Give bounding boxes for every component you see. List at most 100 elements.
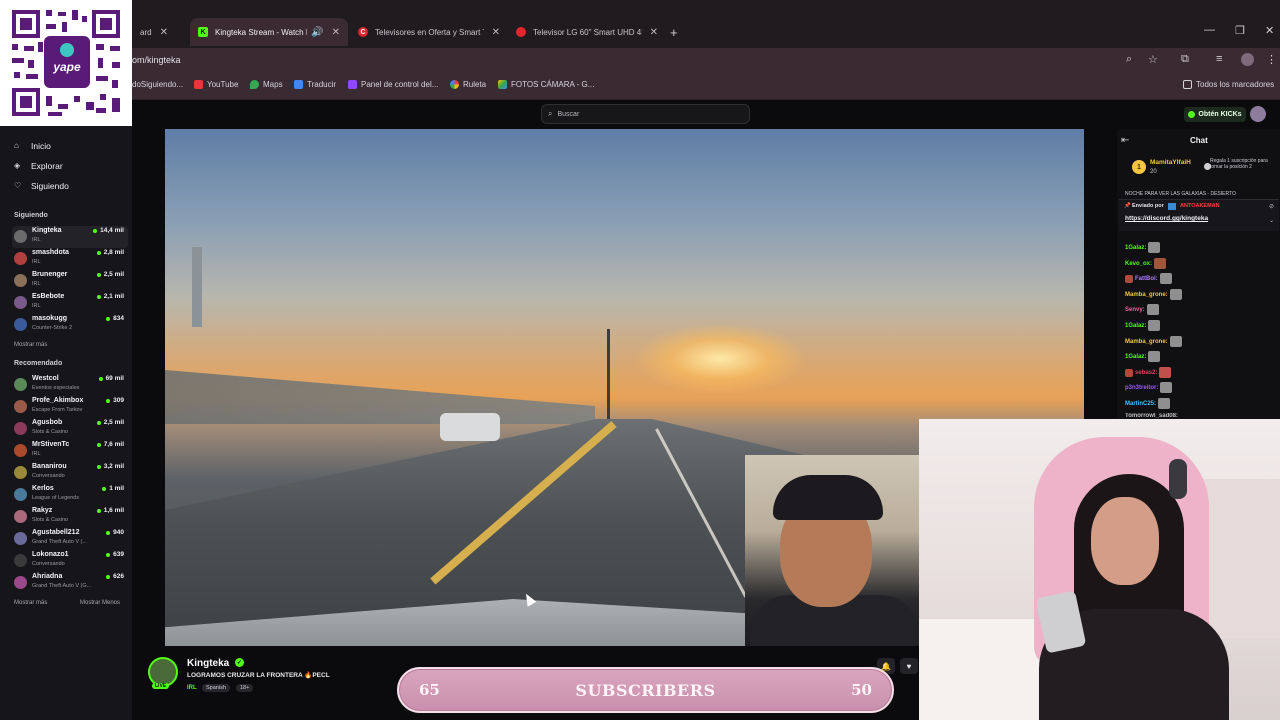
- avatar: [14, 554, 27, 567]
- all-bookmarks[interactable]: Todos los marcadores: [1183, 80, 1274, 89]
- minimize-icon[interactable]: —: [1204, 24, 1215, 36]
- close-tab-icon[interactable]: ✕: [650, 27, 658, 38]
- street-lamp: [607, 329, 610, 434]
- folder-icon: [1183, 80, 1192, 89]
- url-field[interactable]: om/kingteka: [132, 55, 181, 65]
- channel-item-rakyz[interactable]: Rakyz Slots & Casino 1,6 mil: [12, 506, 128, 528]
- heart-icon: ♡: [14, 181, 22, 190]
- show-more-recommended[interactable]: Mostrar más: [14, 600, 47, 606]
- channel-item-mrstiventc[interactable]: MrStivenTc IRL 7,6 mil: [12, 440, 128, 462]
- channel-item-brunenger[interactable]: Brunenger IRL 2,5 mil: [12, 270, 128, 292]
- extensions-icon[interactable]: ⧉: [1181, 53, 1189, 66]
- translate-icon: [294, 80, 303, 89]
- pinned-message[interactable]: 📌 Enviado por ANTOAKEMAN https://discord…: [1119, 199, 1279, 231]
- new-tab-button[interactable]: +: [670, 25, 678, 40]
- subs-label: SUBSCRIBERS: [575, 680, 716, 700]
- emote-icon: [1148, 351, 1161, 362]
- show-less-recommended[interactable]: Mostrar Menos: [80, 600, 120, 606]
- badge-icon: [1125, 368, 1133, 377]
- nav-explorar[interactable]: ◈ Explorar: [14, 161, 63, 171]
- kicks-coin-icon: [1188, 111, 1196, 118]
- channel-item-agusbob[interactable]: Agusbob Slots & Casino 2,5 mil: [12, 418, 128, 440]
- yape-qr-code: yape: [0, 0, 132, 126]
- emote-icon: [1148, 242, 1161, 253]
- drive-icon: [498, 80, 507, 89]
- chat-message: sebas2:: [1125, 367, 1172, 378]
- sender-badge-icon: [1168, 203, 1176, 210]
- tab-title: Televisor LG 60" Smart UHD 4K: [533, 27, 642, 37]
- unpin-icon[interactable]: ⊘: [1269, 203, 1274, 210]
- bookmark-translate[interactable]: Traducir: [294, 80, 336, 89]
- channel-item-kerlos[interactable]: Kerlos League of Legends 1 mil: [12, 484, 128, 506]
- verified-check-icon: ✓: [235, 658, 244, 667]
- avatar: [14, 488, 27, 501]
- pin-icon: 📌: [1124, 203, 1131, 209]
- stream-category[interactable]: IRL: [187, 685, 197, 691]
- bookmark-ruleta[interactable]: Ruleta: [450, 80, 486, 89]
- streamer-name[interactable]: Kingteka: [187, 658, 229, 669]
- chat-message: 1Galaz:: [1125, 320, 1161, 331]
- emote-icon: [1148, 320, 1161, 331]
- channel-item-smashdota[interactable]: smashdota IRL 2,8 mil: [12, 248, 128, 270]
- nav-siguiendo[interactable]: ♡ Siguiendo: [14, 181, 69, 191]
- follow-heart-icon[interactable]: ♥: [900, 658, 918, 674]
- user-avatar[interactable]: [1250, 106, 1266, 122]
- channel-item-bananirou[interactable]: Bananirou Conversando 3,2 mil: [12, 462, 128, 484]
- media-controls-icon[interactable]: ≡: [1216, 53, 1222, 65]
- browser-tab-active[interactable]: K Kingteka Stream - Watch Li 🔊 ✕: [190, 18, 348, 46]
- avatar: [14, 318, 27, 331]
- close-tab-icon[interactable]: ✕: [160, 27, 168, 38]
- channel-item-westcol[interactable]: Westcol Eventos especiales 69 mil: [12, 374, 128, 396]
- tag-age[interactable]: 18+: [236, 684, 254, 692]
- nav-inicio[interactable]: ⌂ Inicio: [14, 141, 51, 151]
- browser-tab[interactable]: ard ✕: [132, 18, 188, 46]
- browser-tab[interactable]: Televisor LG 60" Smart UHD 4K ✕: [508, 18, 666, 46]
- webcam-face: [1091, 497, 1159, 585]
- avatar: [14, 274, 27, 287]
- chat-message: 1Galaz:: [1125, 242, 1161, 253]
- streamer-facecam: [745, 455, 921, 646]
- close-tab-icon[interactable]: ✕: [492, 27, 500, 38]
- chat-message: FattBoi:: [1125, 273, 1172, 284]
- chat-message: 1Galaz:: [1125, 351, 1161, 362]
- close-tab-icon[interactable]: ✕: [332, 27, 340, 38]
- chat-title: Chat: [1190, 136, 1208, 145]
- channel-item-lokonazo1[interactable]: Lokonazo1 Conversando 639: [12, 550, 128, 572]
- gift-count: 20: [1150, 169, 1157, 175]
- search-page-icon[interactable]: ⌕: [1126, 53, 1132, 66]
- search-input[interactable]: ⌕ Buscar: [541, 104, 750, 124]
- get-kicks-button[interactable]: Obtén KICKs: [1184, 107, 1246, 122]
- menu-dots-icon[interactable]: ⋮: [1266, 53, 1277, 66]
- channel-item-masokugg[interactable]: masokugg Counter-Strike 2 834: [12, 314, 128, 336]
- bookmark-fotos[interactable]: FOTOS CÁMARA - G...: [498, 80, 594, 89]
- bookmark-maps[interactable]: Maps: [250, 80, 283, 89]
- bookmark-panel[interactable]: Panel de control del...: [348, 80, 438, 89]
- bookmark-youtube[interactable]: YouTube: [194, 80, 238, 89]
- channel-item-agustabell212[interactable]: Agustabell212 Grand Theft Auto V (... 94…: [12, 528, 128, 550]
- tag-language[interactable]: Spanish: [202, 684, 230, 692]
- show-more-following[interactable]: Mostrar más: [14, 342, 47, 348]
- browser-tab[interactable]: C Televisores en Oferta y Smart T ✕: [350, 18, 508, 46]
- channel-item-profe-akimbox[interactable]: Profe_Akimbox Escape From Tarkov 309: [12, 396, 128, 418]
- emote-icon: [1159, 367, 1172, 378]
- roadside-wall: [165, 370, 595, 424]
- channel-item-ahriadna[interactable]: Ahriadna Grand Theft Auto V (G... 626: [12, 572, 128, 594]
- bookmark-star-icon[interactable]: ☆: [1148, 53, 1158, 66]
- avatar: [14, 296, 27, 309]
- bookmark-item[interactable]: doSiguiendo...: [132, 80, 183, 89]
- restore-icon[interactable]: ❐: [1235, 24, 1245, 37]
- address-bar: [0, 48, 1280, 74]
- chevron-down-icon[interactable]: ⌄: [1269, 217, 1274, 224]
- emote-icon: [1169, 289, 1182, 300]
- channel-item-esbebote[interactable]: EsBebote IRL 2,1 mil: [12, 292, 128, 314]
- speaker-icon[interactable]: 🔊: [311, 27, 323, 38]
- channel-item-kingteka[interactable]: Kingteka IRL 14,4 mil: [12, 226, 128, 248]
- chat-message: MartinC25:: [1125, 398, 1171, 409]
- gifter-name: MamitaYlfaiH: [1150, 159, 1191, 166]
- profile-avatar[interactable]: [1241, 53, 1254, 66]
- collapse-chat-icon[interactable]: ⇤: [1121, 135, 1129, 146]
- gift-leaderboard[interactable]: 1 MamitaYlfaiH 20 Regala 1 suscripción p…: [1124, 156, 1276, 184]
- pinned-link[interactable]: https://discord.gg/kingteka: [1125, 215, 1208, 222]
- youtube-icon: [194, 80, 203, 89]
- close-window-icon[interactable]: ✕: [1265, 24, 1274, 37]
